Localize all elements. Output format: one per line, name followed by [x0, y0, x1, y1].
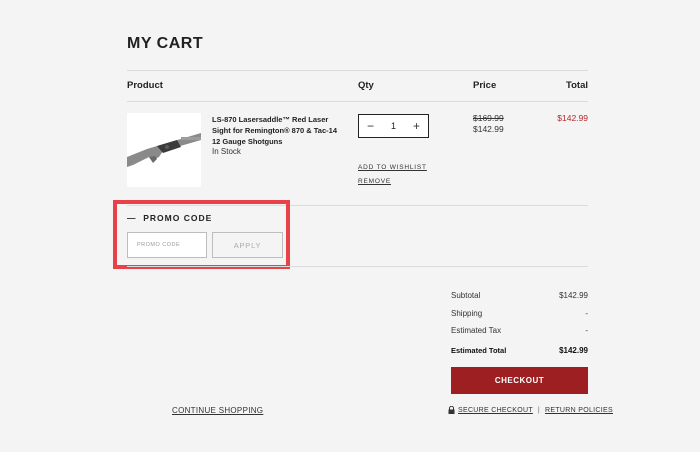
shotgun-image-icon	[127, 113, 201, 187]
column-header-qty: Qty	[358, 80, 374, 91]
estimated-total-value: $142.99	[559, 346, 588, 355]
collapse-icon: —	[127, 213, 137, 223]
continue-shopping-link[interactable]: CONTINUE SHOPPING	[172, 406, 263, 415]
secure-checkout-area: SECURE CHECKOUT | RETURN POLICIES	[448, 406, 613, 414]
price-original: $169.99	[473, 113, 504, 123]
estimated-tax-value: -	[585, 326, 588, 335]
return-policies-link[interactable]: RETURN POLICIES	[545, 407, 613, 414]
column-header-product: Product	[127, 80, 163, 91]
product-image[interactable]	[127, 113, 201, 187]
quantity-increase-button[interactable]: +	[413, 120, 420, 132]
subtotal-value: $142.99	[559, 291, 588, 300]
promo-code-toggle[interactable]: — PROMO CODE	[127, 213, 212, 223]
remove-link[interactable]: REMOVE	[358, 178, 391, 185]
line-total: $142.99	[557, 113, 588, 123]
page-title: MY CART	[127, 35, 204, 52]
quantity-stepper: − 1 +	[358, 114, 429, 138]
checkout-button[interactable]: CHECKOUT	[451, 367, 588, 394]
add-to-wishlist-link[interactable]: ADD TO WISHLIST	[358, 164, 427, 171]
quantity-decrease-button[interactable]: −	[367, 120, 374, 132]
quantity-value[interactable]: 1	[391, 121, 396, 131]
price-sale: $142.99	[473, 124, 504, 134]
secure-checkout-link[interactable]: SECURE CHECKOUT	[458, 407, 533, 414]
divider	[127, 101, 588, 102]
divider	[127, 70, 588, 71]
lock-icon	[448, 406, 455, 414]
column-header-price: Price	[473, 80, 497, 91]
promo-code-title: PROMO CODE	[143, 213, 213, 223]
apply-button[interactable]: APPLY	[212, 232, 283, 258]
estimated-total-label: Estimated Total	[451, 346, 507, 355]
promo-code-input[interactable]	[127, 232, 207, 258]
stock-status: In Stock	[212, 147, 241, 156]
separator: |	[537, 406, 541, 414]
product-name[interactable]: LS-870 Lasersaddle™ Red Laser Sight for …	[212, 114, 342, 147]
shipping-value: -	[585, 309, 588, 318]
subtotal-label: Subtotal	[451, 291, 481, 300]
column-header-total: Total	[566, 80, 588, 91]
estimated-tax-label: Estimated Tax	[451, 326, 502, 335]
shipping-label: Shipping	[451, 309, 483, 318]
divider	[127, 266, 588, 267]
